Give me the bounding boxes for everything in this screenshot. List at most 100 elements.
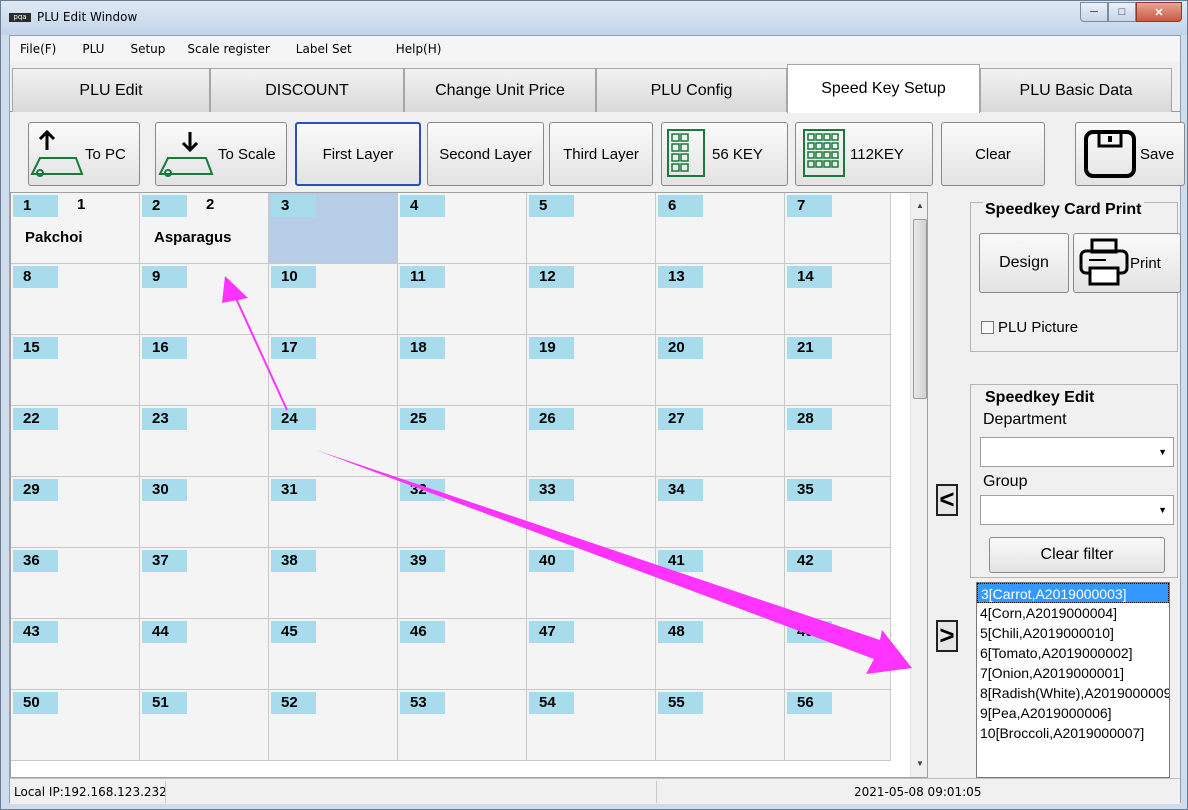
speed-key[interactable]: 54 (527, 690, 656, 761)
speed-key[interactable]: 18 (398, 335, 527, 406)
speed-key[interactable]: 39 (398, 548, 527, 619)
plu-listbox[interactable]: 3[Carrot,A2019000003] 4[Corn,A2019000004]… (976, 582, 1170, 778)
menu-plu[interactable]: PLU (68, 42, 120, 56)
speed-key[interactable]: 52 (269, 690, 398, 761)
speed-key[interactable]: 10 (269, 264, 398, 335)
speed-key[interactable]: 17 (269, 335, 398, 406)
speed-key[interactable]: 25 (398, 406, 527, 477)
plu-picture-checkbox[interactable]: PLU Picture (981, 319, 1078, 336)
speed-key[interactable]: 30 (140, 477, 269, 548)
speed-key[interactable]: 12 (527, 264, 656, 335)
minimize-button[interactable]: ─ (1080, 2, 1108, 22)
speed-key[interactable]: 5 (527, 193, 656, 264)
speed-key[interactable]: 9 (140, 264, 269, 335)
second-layer-button[interactable]: Second Layer (427, 122, 544, 186)
group-select[interactable]: ▼ (980, 495, 1174, 525)
speed-key[interactable]: 46 (398, 619, 527, 690)
speed-key[interactable]: 20 (656, 335, 785, 406)
design-button[interactable]: Design (979, 233, 1069, 293)
112-key-button[interactable]: 112KEY (795, 122, 933, 186)
speed-key[interactable]: 51 (140, 690, 269, 761)
close-button[interactable]: ✕ (1136, 2, 1182, 22)
clear-filter-button[interactable]: Clear filter (989, 537, 1165, 573)
speed-key[interactable]: 32 (398, 477, 527, 548)
scroll-down-icon[interactable]: ▼ (916, 759, 924, 768)
speed-key[interactable]: 27 (656, 406, 785, 477)
speed-key[interactable]: 53 (398, 690, 527, 761)
third-layer-button[interactable]: Third Layer (549, 122, 653, 186)
list-item[interactable]: 7[Onion,A2019000001] (977, 663, 1169, 683)
checkbox-box[interactable] (981, 321, 994, 334)
menu-scale-register[interactable]: Scale register (177, 42, 285, 56)
menu-file[interactable]: File(F) (10, 42, 68, 56)
speed-key[interactable]: 33 (527, 477, 656, 548)
speed-key[interactable]: 26 (527, 406, 656, 477)
scrollbar-thumb[interactable] (913, 219, 927, 399)
speed-key[interactable]: 29 (11, 477, 140, 548)
tab-speed-key-setup[interactable]: Speed Key Setup (787, 64, 980, 113)
tab-plu-edit[interactable]: PLU Edit (12, 68, 210, 112)
speed-key[interactable]: 48 (656, 619, 785, 690)
speed-key[interactable]: 45 (269, 619, 398, 690)
list-item[interactable]: 8[Radish(White),A2019000009] (977, 683, 1169, 703)
title-bar[interactable]: pqa PLU Edit Window ─ □ ✕ (1, 1, 1187, 35)
speed-key[interactable]: 44 (140, 619, 269, 690)
speed-key[interactable]: 50 (11, 690, 140, 761)
list-item[interactable]: 9[Pea,A2019000006] (977, 703, 1169, 723)
tab-plu-config[interactable]: PLU Config (596, 68, 787, 112)
speed-key[interactable]: 35 (785, 477, 891, 548)
list-item[interactable]: 6[Tomato,A2019000002] (977, 643, 1169, 663)
maximize-button[interactable]: □ (1108, 2, 1136, 22)
first-layer-button[interactable]: First Layer (295, 122, 421, 186)
speed-key[interactable]: 11 (398, 264, 527, 335)
list-item[interactable]: 3[Carrot,A2019000003] (977, 583, 1169, 603)
save-button[interactable]: Save (1075, 122, 1185, 186)
print-button[interactable]: Print (1073, 233, 1181, 293)
speed-key[interactable]: 40 (527, 548, 656, 619)
speed-key[interactable]: 49 (785, 619, 891, 690)
speed-key[interactable]: 1 1 Pakchoi (11, 193, 140, 264)
tab-discount[interactable]: DISCOUNT (210, 68, 404, 112)
speed-key[interactable]: 41 (656, 548, 785, 619)
speed-key[interactable]: 47 (527, 619, 656, 690)
menu-setup[interactable]: Setup (120, 42, 177, 56)
speed-key[interactable]: 28 (785, 406, 891, 477)
speed-key[interactable]: 22 (11, 406, 140, 477)
clear-button[interactable]: Clear (941, 122, 1045, 186)
speed-key[interactable]: 37 (140, 548, 269, 619)
56-key-button[interactable]: 56 KEY (661, 122, 788, 186)
menu-help[interactable]: Help(H) (386, 42, 454, 56)
speed-key[interactable]: 8 (11, 264, 140, 335)
next-page-button[interactable]: > (936, 620, 958, 652)
speed-key[interactable]: 16 (140, 335, 269, 406)
list-item[interactable]: 5[Chili,A2019000010] (977, 623, 1169, 643)
vertical-scrollbar[interactable]: ▲ ▼ (910, 193, 927, 777)
speed-key[interactable]: 31 (269, 477, 398, 548)
department-select[interactable]: ▼ (980, 437, 1174, 467)
speed-key[interactable]: 4 (398, 193, 527, 264)
speed-key[interactable]: 38 (269, 548, 398, 619)
menu-label-set[interactable]: Label Set (286, 42, 386, 56)
speed-key[interactable]: 34 (656, 477, 785, 548)
speed-key[interactable]: 36 (11, 548, 140, 619)
speed-key[interactable]: 2 2 Asparagus (140, 193, 269, 264)
prev-page-button[interactable]: < (936, 484, 958, 516)
speed-key[interactable]: 21 (785, 335, 891, 406)
speed-key[interactable]: 24 (269, 406, 398, 477)
list-item[interactable]: 10[Broccoli,A2019000007] (977, 723, 1169, 743)
scroll-up-icon[interactable]: ▲ (916, 201, 924, 210)
speed-key[interactable]: 55 (656, 690, 785, 761)
list-item[interactable]: 4[Corn,A2019000004] (977, 603, 1169, 623)
tab-plu-basic-data[interactable]: PLU Basic Data (980, 68, 1172, 112)
speed-key[interactable]: 13 (656, 264, 785, 335)
speed-key[interactable]: 15 (11, 335, 140, 406)
speed-key[interactable]: 3 (269, 193, 398, 264)
tab-change-unit-price[interactable]: Change Unit Price (404, 68, 596, 112)
speed-key[interactable]: 19 (527, 335, 656, 406)
speed-key[interactable]: 43 (11, 619, 140, 690)
to-pc-button[interactable]: To PC (28, 122, 140, 186)
speed-key[interactable]: 7 (785, 193, 891, 264)
speed-key[interactable]: 42 (785, 548, 891, 619)
speed-key[interactable]: 14 (785, 264, 891, 335)
to-scale-button[interactable]: To Scale (155, 122, 287, 186)
